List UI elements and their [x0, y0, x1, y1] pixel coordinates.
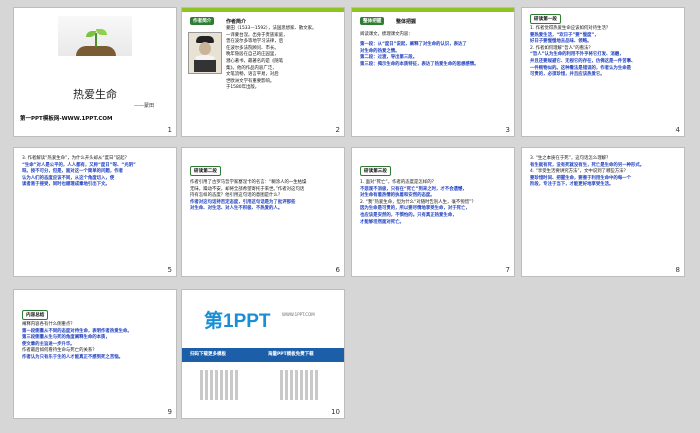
slide-tag: 作者简介 [190, 17, 215, 25]
slide-body: 1. 面对“死亡”，作者的态度是怎样的？ 不悲观不消极，只有在“死亡”到来之时，… [360, 180, 476, 225]
slide-heading: 整体把握 [396, 19, 417, 25]
slide-thumbnail-4[interactable]: 研读第一段 1. 作者觉得热爱生命应该如何对待生活？ 要热爱生活，“欢日子”要“… [522, 8, 684, 136]
download-bar: 扫码下载更多模板 海量PPT模板免费下载 [182, 348, 344, 362]
slide-heading: 研读第二段 [190, 166, 221, 176]
slide-body: 阐释内容各有什么侧重点？ 第一段侧重从不同的态度对待生命，表明作者热爱生命。 第… [22, 322, 132, 360]
slide-heading: 研读第三段 [360, 166, 391, 176]
slide-body: 作者引用了古罗马哲学家塞涅卡的名言：“糊涂人的一生枯燥 无味，躁动不安，却将全部… [190, 180, 307, 212]
qr-placeholder-left [200, 370, 240, 400]
soil-mound [76, 46, 116, 56]
slide-sprout-image [58, 16, 132, 56]
slide-thumbnail-9[interactable]: 内容总结 阐释内容各有什么侧重点？ 第一段侧重从不同的态度对待生命，表明作者热爱… [14, 290, 176, 418]
slide-number: 1 [167, 126, 172, 134]
slide-intro: 阅读课文，梳理课文内容： [360, 32, 413, 37]
slide-tag: 整体把握 [360, 17, 385, 25]
download-bar-left: 扫码下载更多模板 [190, 352, 226, 357]
slide-body: 3. “生之本质在于死”，这句话怎么理解？ 有生就有死，没有死就没有生，死亡是生… [530, 156, 645, 188]
ppt-logo: 第1PPT [204, 311, 271, 332]
slide-footer: 第一PPT模板网-WWW.1PPT.COM [20, 116, 113, 122]
portrait-body [194, 60, 216, 72]
slide-number: 4 [675, 126, 680, 134]
ppt-logo-sub: WWW.1PPT.COM [282, 312, 315, 317]
slide-number: 8 [675, 266, 680, 274]
slide-top-bar [352, 8, 514, 12]
slide-thumbnail-3[interactable]: 整体把握 整体把握 阅读课文，梳理课文内容： 第一段：从“度日”说起，阐释了对生… [352, 8, 514, 136]
slide-number: 5 [167, 266, 172, 274]
slide-heading: 作者简介 [226, 19, 247, 25]
slide-thumbnail-2[interactable]: 作者简介 作者简介 蒙田（1533—1592），法国思想家、散文家。 一译蒙台涅… [182, 8, 344, 136]
slide-body: 3. 作者解读“热爱生命”，为什么开头却从“度日”说起？ “生命”对人是公平的，… [22, 156, 136, 188]
slide-number: 2 [335, 126, 340, 134]
slide-thumbnail-5[interactable]: 3. 作者解读“热爱生命”，为什么开头却从“度日”说起？ “生命”对人是公平的，… [14, 148, 176, 276]
slide-title: 热爱生命 [73, 88, 117, 101]
slide-number: 10 [331, 408, 340, 416]
qr-placeholder-right [280, 370, 320, 400]
slide-thumbnail-8[interactable]: 3. “生之本质在于死”，这句话怎么理解？ 有生就有死，没有死就没有生，死亡是生… [522, 148, 684, 276]
slide-thumbnail-1[interactable]: 热爱生命 ——蒙田 第一PPT模板网-WWW.1PPT.COM 1 [14, 8, 176, 136]
portrait-face [199, 42, 211, 55]
sprout-stem [95, 33, 97, 47]
download-bar-right: 海量PPT模板免费下载 [268, 352, 314, 357]
slide-number: 3 [505, 126, 510, 134]
author-portrait [188, 32, 222, 74]
slide-number: 6 [335, 266, 340, 274]
author-bio: 蒙田（1533—1592），法国思想家、散文家。 一译蒙台涅。出身于贵族家庭， … [226, 26, 317, 91]
slide-number: 7 [505, 266, 510, 274]
slide-heading: 内容总结 [22, 310, 49, 320]
slide-author: ——蒙田 [133, 103, 154, 109]
slide-number: 9 [167, 408, 172, 416]
slide-thumbnail-7[interactable]: 研读第三段 1. 面对“死亡”，作者的态度是怎样的？ 不悲观不消极，只有在“死亡… [352, 148, 514, 276]
slide-body: 1. 作者觉得热爱生命应该如何对待生活？ 要热爱生活，“欢日子”要“慢度”， 好… [530, 26, 636, 78]
sprout-leaf-right [96, 29, 107, 35]
slide-body: 第一段：从“度日”说起，阐释了对生命的认识，表达了 对生命的热爱之情。 第二段：… [360, 42, 479, 67]
slide-thumbnail-6[interactable]: 研读第二段 作者引用了古罗马哲学家塞涅卡的名言：“糊涂人的一生枯燥 无味，躁动不… [182, 148, 344, 276]
slide-top-bar [182, 8, 344, 12]
slide-heading: 研读第一段 [530, 14, 561, 24]
slide-thumbnail-10[interactable]: 第1PPT WWW.1PPT.COM 扫码下载更多模板 海量PPT模板免费下载 … [182, 290, 344, 418]
